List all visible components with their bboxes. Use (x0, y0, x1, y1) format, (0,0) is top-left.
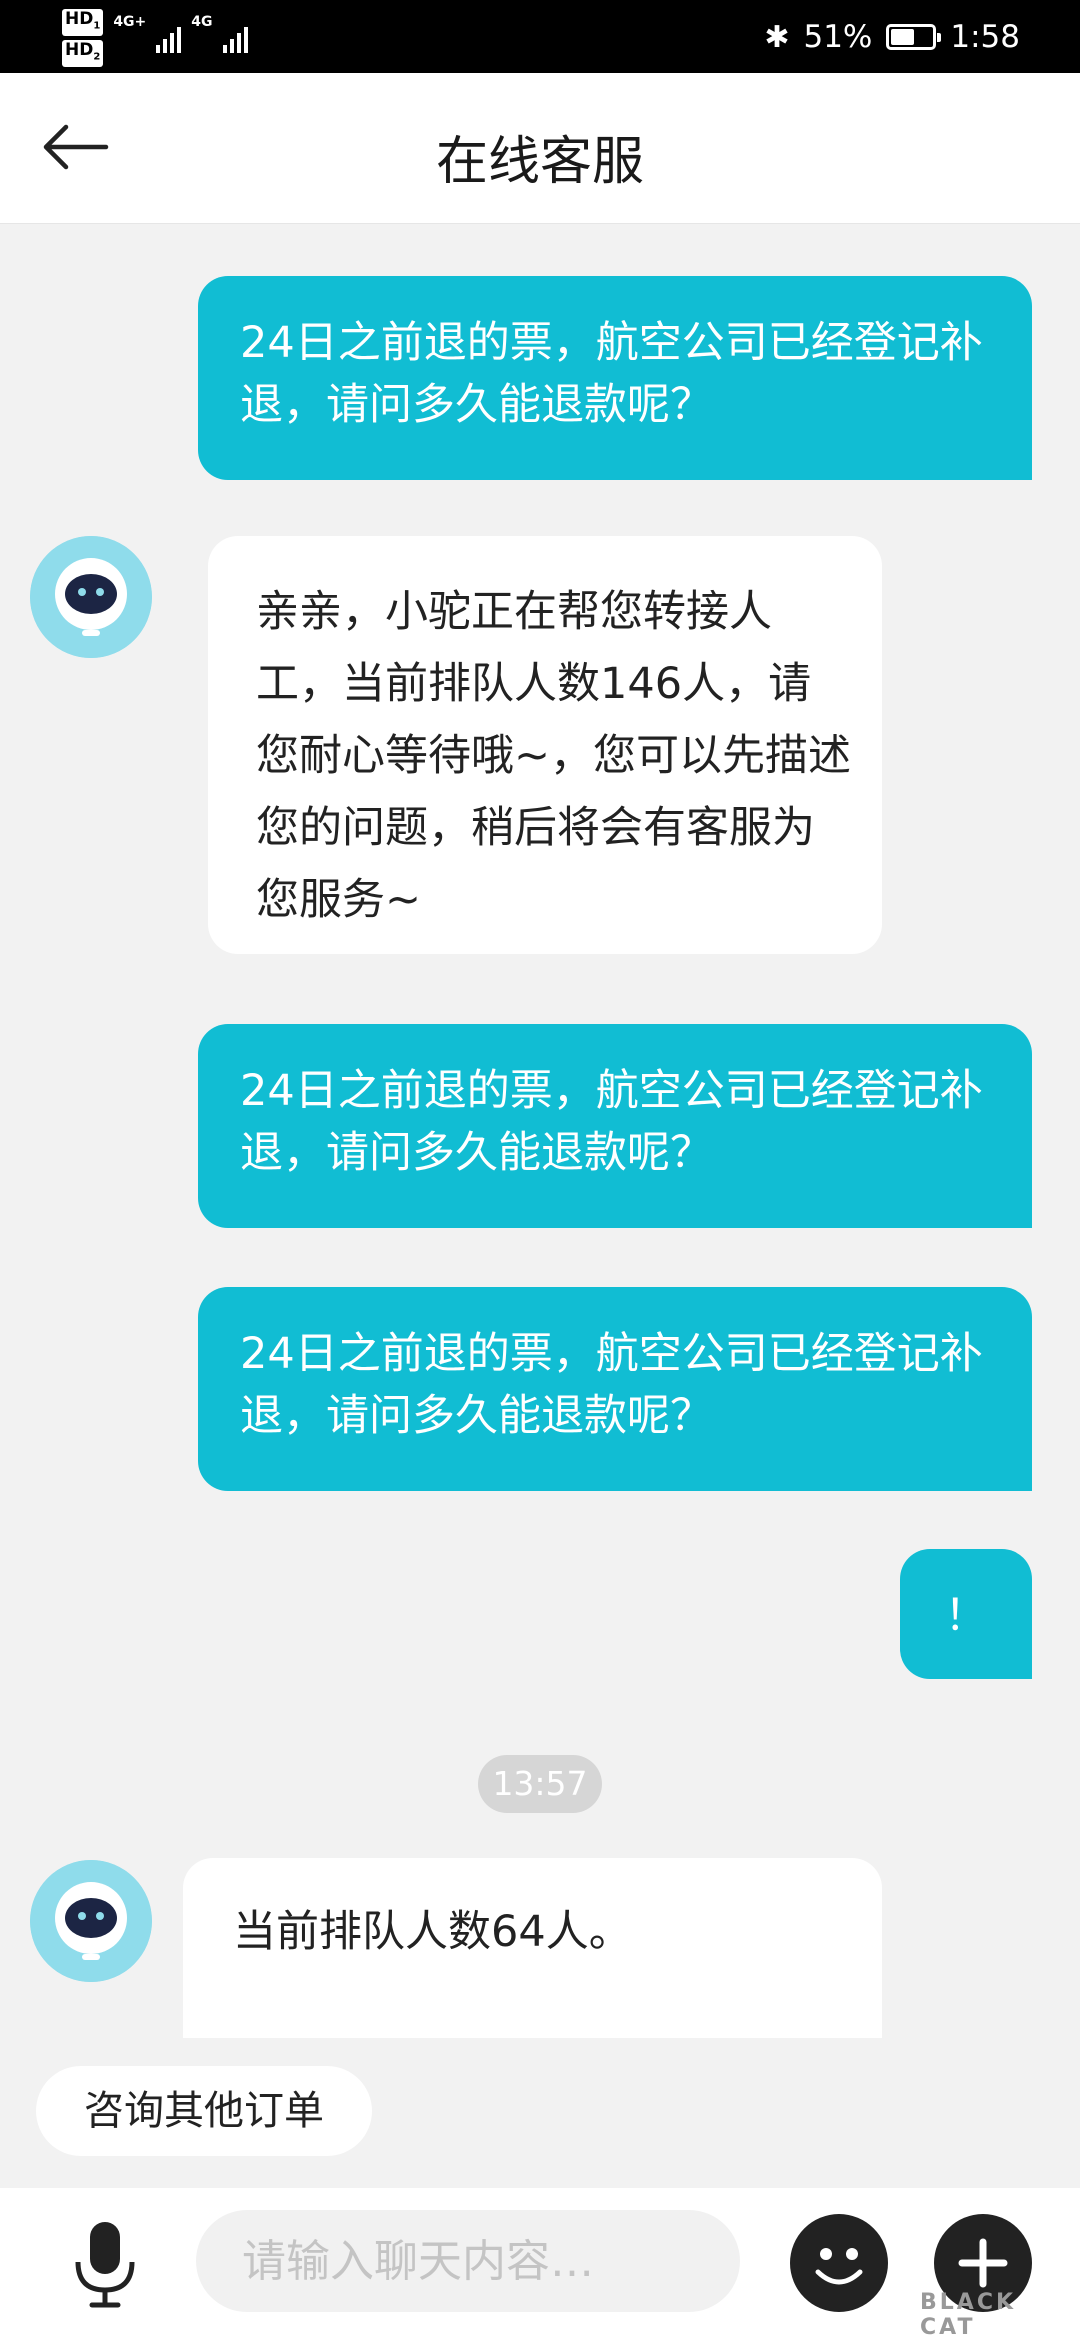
hd1-badge: HD1 (62, 8, 104, 36)
network-indicators: HD1 HD2 4G+ 4G (62, 8, 248, 68)
message-outgoing: 24日之前退的票，航空公司已经登记补退，请问多久能退款呢？ (198, 1287, 1032, 1491)
input-bar: BLACK CAT (0, 2188, 1080, 2340)
emoji-icon[interactable] (790, 2214, 888, 2312)
signal-icon (222, 23, 248, 53)
message-text: 24日之前退的票，航空公司已经登记补退，请问多久能退款呢？ (240, 318, 983, 430)
hd-badges: HD1 HD2 (62, 8, 104, 68)
status-bar: HD1 HD2 4G+ 4G ✱ 51% 1:58 (0, 0, 1080, 73)
bot-avatar (30, 536, 152, 658)
message-text: 24日之前退的票，航空公司已经登记补退，请问多久能退款呢？ (240, 1329, 983, 1441)
header: 在线客服 (0, 73, 1080, 224)
message-text: 当前排队人数64人。 (233, 1907, 632, 1957)
status-right: ✱ 51% 1:58 (764, 14, 1020, 60)
robot-icon (30, 1860, 152, 1982)
message-text: 亲亲，小驼正在帮您转接人工，当前排队人数146人，请您耐心等待哦~，您可以先描述… (256, 587, 852, 925)
watermark: BLACK CAT (920, 2290, 1017, 2340)
quick-reply-other-orders[interactable]: 咨询其他订单 (36, 2066, 372, 2156)
timestamp-badge: 13:57 (478, 1755, 602, 1813)
network-type-1: 4G+ (113, 14, 147, 30)
battery-icon (886, 24, 942, 50)
chat-input[interactable] (196, 2210, 740, 2312)
bluetooth-icon: ✱ (764, 19, 790, 55)
message-outgoing: ！ (900, 1549, 1032, 1679)
hd2-badge: HD2 (62, 40, 104, 68)
page-title: 在线客服 (435, 132, 644, 192)
message-incoming: 当前排队人数64人。 (183, 1858, 882, 2038)
message-incoming: 亲亲，小驼正在帮您转接人工，当前排队人数146人，请您耐心等待哦~，您可以先描述… (208, 536, 882, 954)
signal-icon (156, 23, 182, 53)
microphone-icon[interactable] (70, 2218, 140, 2310)
battery-percent: 51% (803, 19, 873, 55)
message-outgoing: 24日之前退的票，航空公司已经登记补退，请问多久能退款呢？ (198, 1024, 1032, 1228)
robot-icon (30, 536, 152, 658)
message-text: 24日之前退的票，航空公司已经登记补退，请问多久能退款呢？ (240, 1066, 983, 1178)
message-outgoing: 24日之前退的票，航空公司已经登记补退，请问多久能退款呢？ (198, 276, 1032, 480)
message-text: ！ (944, 1591, 988, 1641)
clock: 1:58 (950, 19, 1020, 55)
network-type-2: 4G (191, 14, 213, 30)
bot-avatar (30, 1860, 152, 1982)
battery-fill (891, 29, 914, 45)
